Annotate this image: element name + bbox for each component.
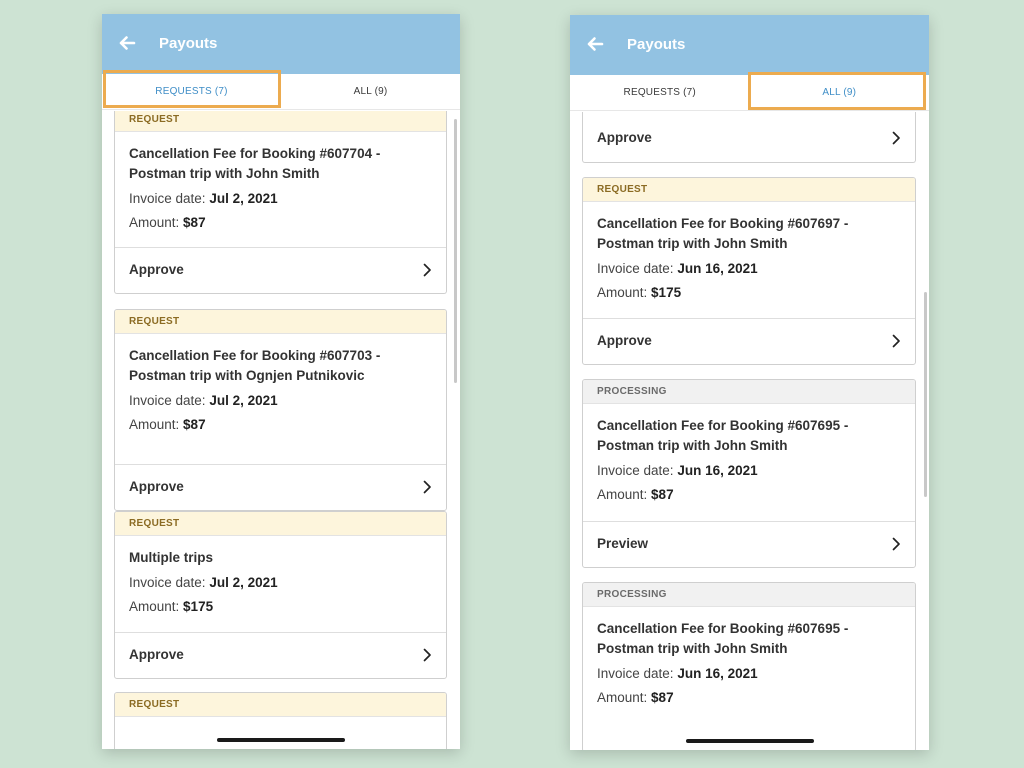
invoice-date-label: Invoice date:	[597, 463, 674, 478]
phone-screen-all: Payouts REQUESTS (7) ALL (9) Approve REQ…	[570, 15, 929, 750]
approve-button[interactable]: Approve	[583, 318, 915, 364]
card-title: Multiple trips	[129, 550, 213, 565]
action-label: Approve	[597, 130, 652, 145]
invoice-date-value: Jun 16, 2021	[677, 666, 758, 681]
chevron-right-icon	[423, 263, 431, 277]
amount-value: $87	[651, 487, 674, 502]
preview-button[interactable]: Preview	[583, 521, 915, 567]
invoice-date-row: Invoice date: Jul 2, 2021	[129, 391, 432, 410]
amount-value: $87	[183, 417, 206, 432]
approve-button[interactable]: Approve	[115, 632, 446, 678]
card-title-line-1: Cancellation Fee for Booking #607697 -	[597, 216, 849, 231]
action-label: Approve	[129, 262, 184, 277]
amount-row: Amount: $87	[597, 688, 901, 707]
payout-list[interactable]: REQUEST Cancellation Fee for Booking #60…	[102, 111, 460, 749]
tab-all[interactable]: ALL (9)	[281, 74, 460, 110]
chevron-right-icon	[423, 648, 431, 662]
status-badge: REQUEST	[115, 111, 446, 132]
card-title-line-1: Cancellation Fee for Booking #607704 -	[129, 146, 381, 161]
app-bar: Payouts	[570, 15, 929, 75]
card-title-line-1: Cancellation Fee for Booking #607695 -	[597, 621, 849, 636]
chevron-right-icon	[892, 334, 900, 348]
chevron-right-icon	[423, 480, 431, 494]
amount-row: Amount: $175	[129, 597, 432, 616]
status-badge: REQUEST	[115, 693, 446, 717]
page-title: Payouts	[159, 35, 218, 52]
amount-label: Amount:	[597, 690, 648, 705]
chevron-right-icon	[892, 131, 900, 145]
amount-label: Amount:	[129, 599, 180, 614]
home-indicator[interactable]	[217, 738, 345, 742]
payout-card: Approve	[582, 112, 916, 163]
tab-bar: REQUESTS (7) ALL (9)	[102, 74, 460, 110]
payout-list[interactable]: Approve REQUEST Cancellation Fee for Boo…	[570, 112, 929, 750]
app-bar: Payouts	[102, 14, 460, 74]
amount-label: Amount:	[129, 417, 180, 432]
invoice-date-value: Jul 2, 2021	[209, 191, 278, 206]
amount-label: Amount:	[597, 487, 648, 502]
payout-card: REQUEST Cancellation Fee for Booking #60…	[582, 177, 916, 365]
status-badge: REQUEST	[115, 512, 446, 536]
amount-row: Amount: $87	[597, 485, 901, 504]
card-title-line-2: Postman trip with John Smith	[597, 438, 788, 453]
payout-card: REQUEST Cancellation Fee for Booking #60…	[114, 309, 447, 511]
status-badge: REQUEST	[583, 178, 915, 202]
amount-row: Amount: $87	[129, 213, 432, 232]
card-title-line-1: Cancellation Fee for Booking #607695 -	[597, 418, 849, 433]
phone-screen-requests: Payouts REQUESTS (7) ALL (9) REQUEST Can…	[102, 14, 460, 749]
invoice-date-label: Invoice date:	[597, 261, 674, 276]
invoice-date-row: Invoice date: Jul 2, 2021	[129, 573, 432, 592]
card-title-line-2: Postman trip with Ognjen Putnikovic	[129, 368, 365, 383]
invoice-date-row: Invoice date: Jul 2, 2021	[129, 189, 432, 208]
payout-card: PROCESSING Cancellation Fee for Booking …	[582, 379, 916, 568]
card-title-line-1: Cancellation Fee for Booking #607703 -	[129, 348, 381, 363]
tab-all[interactable]: ALL (9)	[750, 75, 930, 111]
arrow-left-icon[interactable]	[585, 34, 605, 54]
action-label: Approve	[597, 333, 652, 348]
invoice-date-row: Invoice date: Jun 16, 2021	[597, 259, 901, 278]
invoice-date-row: Invoice date: Jun 16, 2021	[597, 664, 901, 683]
invoice-date-value: Jul 2, 2021	[209, 393, 278, 408]
approve-button[interactable]: Approve	[115, 247, 446, 293]
action-label: Approve	[129, 479, 184, 494]
page-title: Payouts	[627, 36, 686, 53]
amount-value: $87	[183, 215, 206, 230]
status-badge: PROCESSING	[583, 380, 915, 404]
invoice-date-label: Invoice date:	[129, 393, 206, 408]
amount-value: $175	[183, 599, 214, 614]
status-badge: REQUEST	[115, 310, 446, 334]
payout-card: REQUEST Cancellation Fee for Booking #60…	[114, 111, 447, 294]
amount-row: Amount: $175	[597, 283, 901, 302]
home-indicator[interactable]	[685, 739, 814, 743]
tab-requests[interactable]: REQUESTS (7)	[570, 75, 750, 111]
arrow-left-icon[interactable]	[117, 33, 137, 53]
card-title-line-2: Postman trip with John Smith	[597, 641, 788, 656]
card-title-line-2: Postman trip with John Smith	[129, 166, 320, 181]
amount-row: Amount: $87	[129, 415, 432, 434]
chevron-right-icon	[892, 537, 900, 551]
amount-label: Amount:	[597, 285, 648, 300]
payout-card: PROCESSING Cancellation Fee for Booking …	[582, 582, 916, 750]
invoice-date-label: Invoice date:	[597, 666, 674, 681]
approve-button[interactable]: Approve	[583, 116, 915, 162]
invoice-date-value: Jun 16, 2021	[677, 261, 758, 276]
payout-card: REQUEST Multiple trips Invoice date: Jul…	[114, 511, 447, 679]
status-badge: PROCESSING	[583, 583, 915, 607]
tab-requests[interactable]: REQUESTS (7)	[102, 74, 281, 110]
amount-value: $87	[651, 690, 674, 705]
invoice-date-label: Invoice date:	[129, 191, 206, 206]
invoice-date-value: Jun 16, 2021	[677, 463, 758, 478]
invoice-date-label: Invoice date:	[129, 575, 206, 590]
action-label: Approve	[129, 647, 184, 662]
invoice-date-value: Jul 2, 2021	[209, 575, 278, 590]
tab-bar: REQUESTS (7) ALL (9)	[570, 75, 929, 111]
scrollbar[interactable]	[454, 119, 457, 383]
amount-value: $175	[651, 285, 682, 300]
action-label: Preview	[597, 536, 649, 551]
card-title-line-2: Postman trip with John Smith	[597, 236, 788, 251]
scrollbar[interactable]	[924, 292, 927, 497]
amount-label: Amount:	[129, 215, 180, 230]
invoice-date-row: Invoice date: Jun 16, 2021	[597, 461, 901, 480]
approve-button[interactable]: Approve	[115, 464, 446, 510]
